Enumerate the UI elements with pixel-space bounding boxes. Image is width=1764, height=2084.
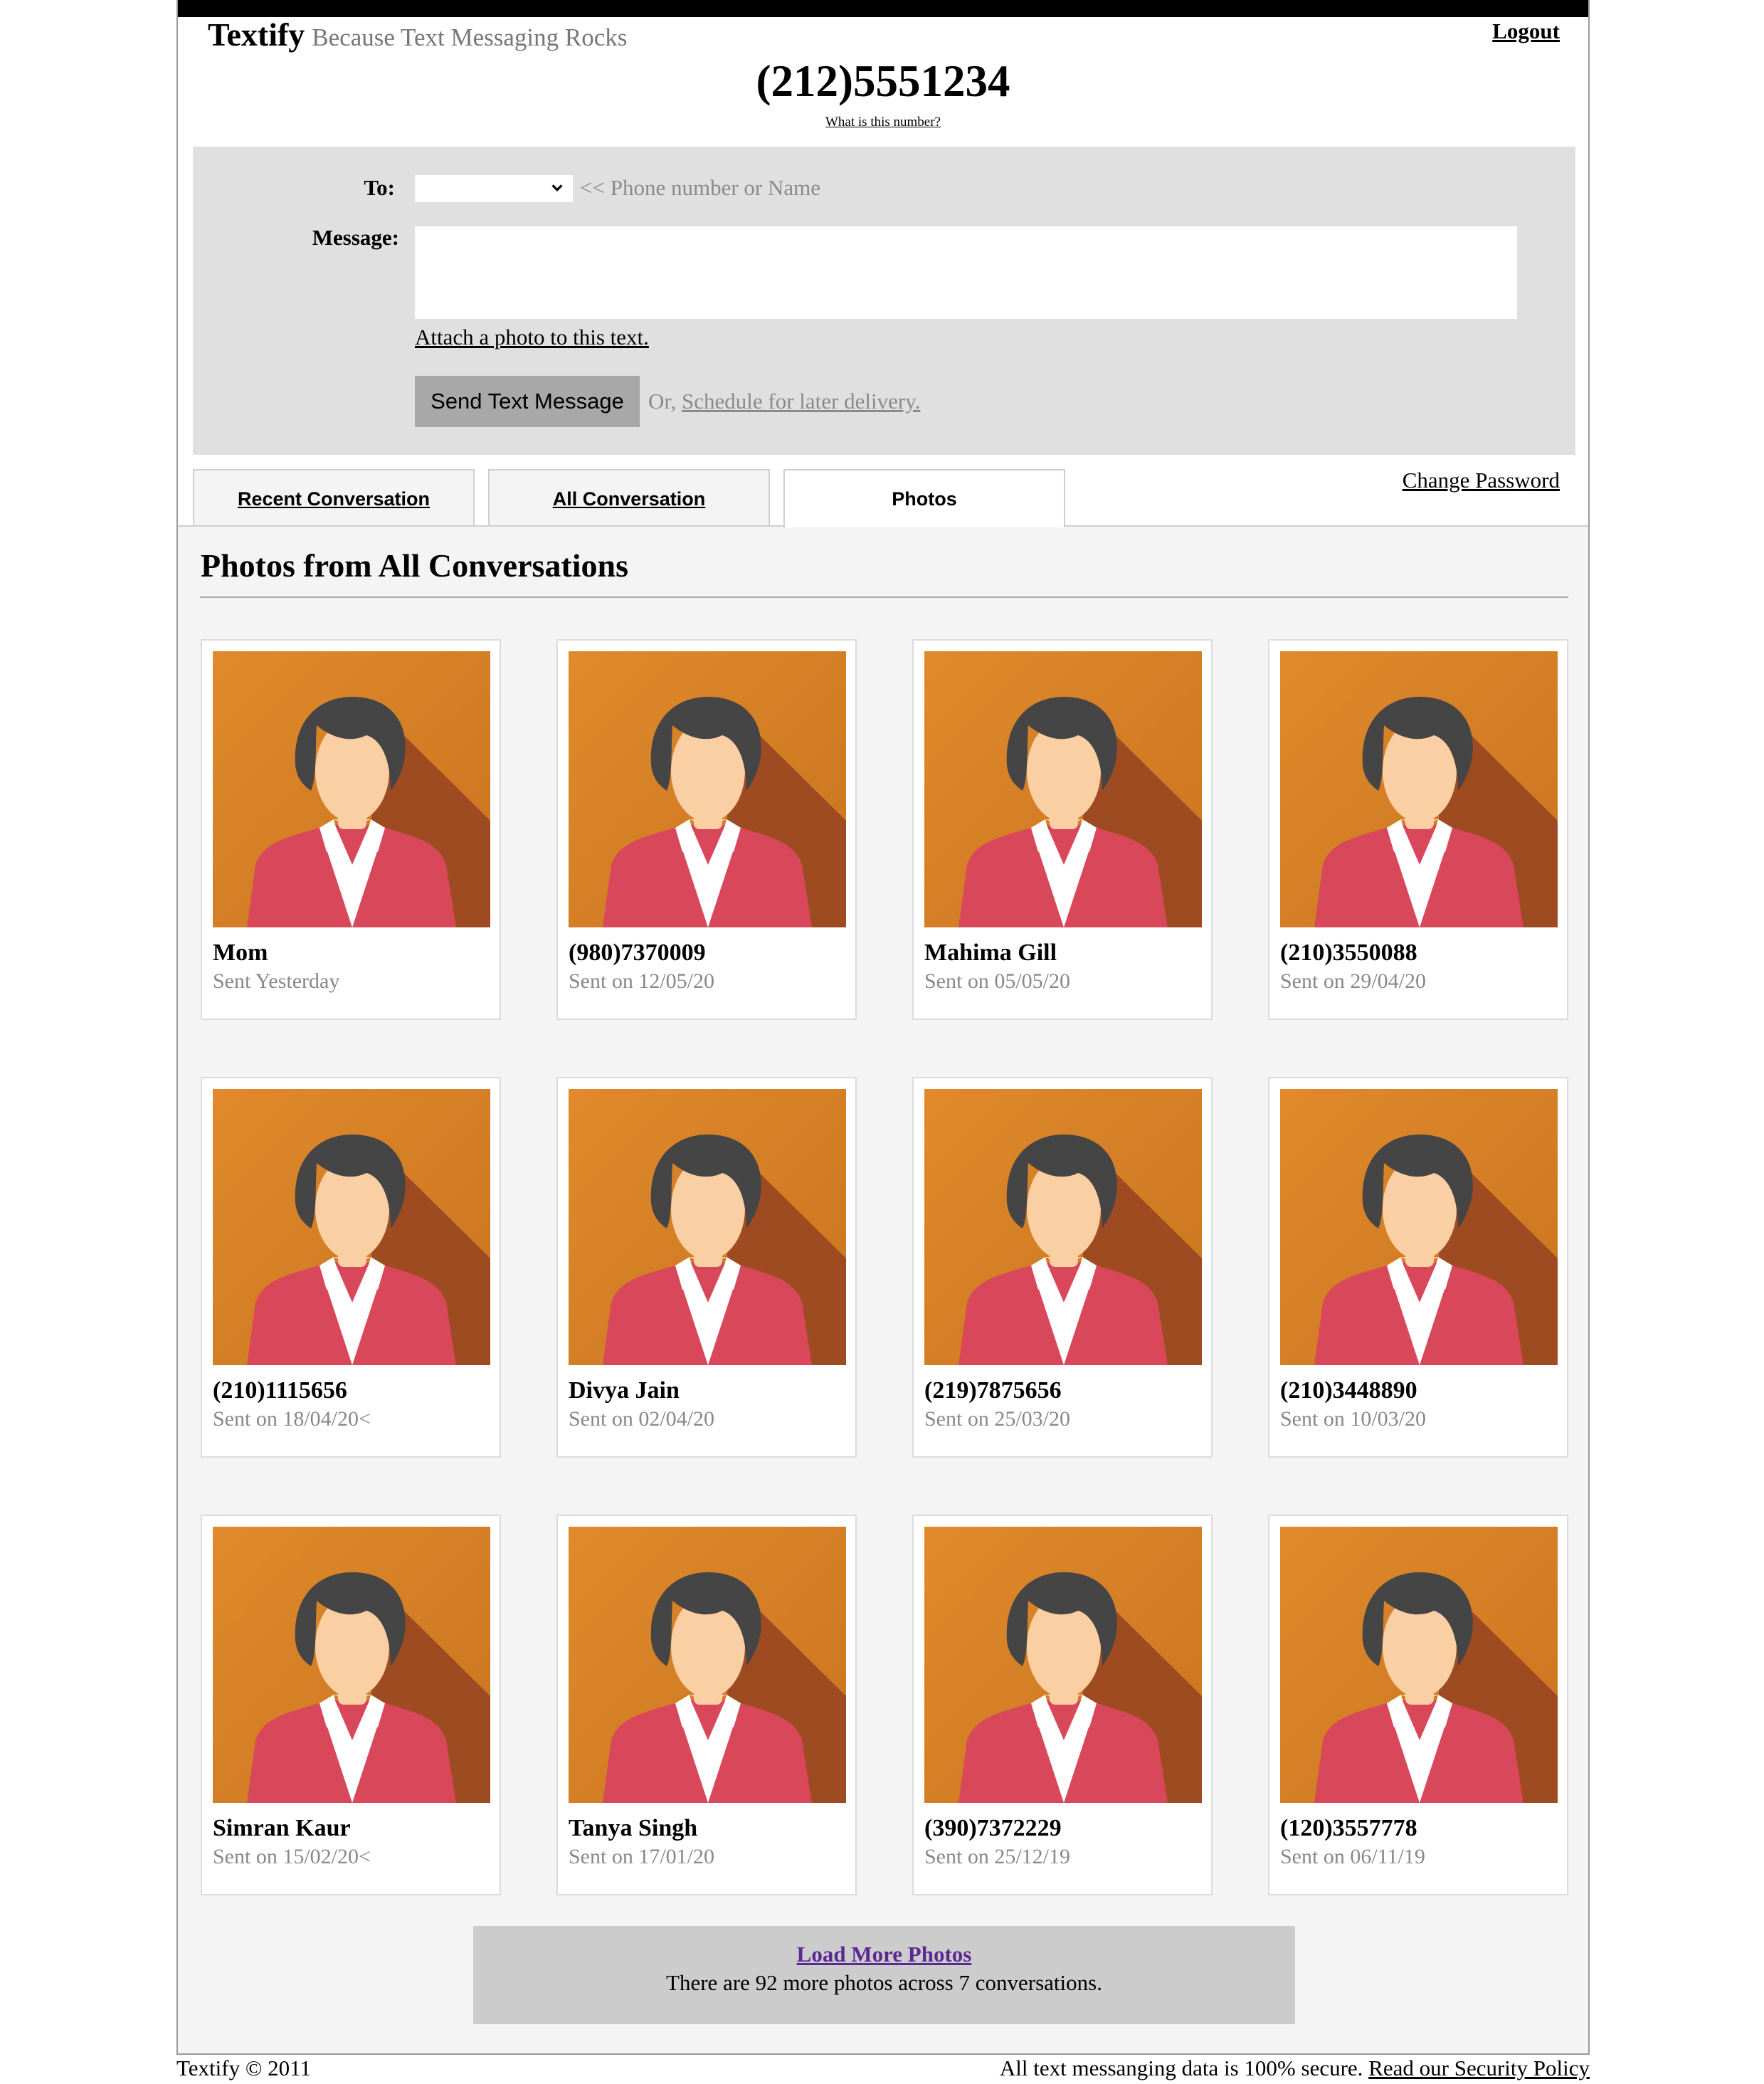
chevron-down-icon xyxy=(551,184,563,192)
message-input[interactable] xyxy=(415,226,1517,319)
photo-card[interactable]: (210)3448890 Sent on 10/03/20 xyxy=(1268,1077,1568,1458)
schedule-prefix: Or, xyxy=(648,389,682,414)
photo-sent-date: Sent on 17/01/20 xyxy=(569,1845,715,1868)
female-avatar-icon xyxy=(569,1527,846,1803)
photo-card[interactable]: Tanya Singh Sent on 17/01/20 xyxy=(556,1515,857,1895)
photo-sent-date: Sent on 06/11/19 xyxy=(1280,1845,1425,1868)
photo-sent-date: Sent on 10/03/20 xyxy=(1280,1407,1427,1431)
phone-number: (212)5551234 xyxy=(756,56,1010,106)
to-label: To: xyxy=(364,175,395,200)
photo-sender: (980)7370009 xyxy=(569,940,706,966)
brand-name: Textify xyxy=(208,16,305,53)
photo-sent-date: Sent on 25/12/19 xyxy=(924,1845,1071,1868)
female-avatar-icon xyxy=(1280,1527,1558,1803)
load-more-photos-link[interactable]: Load More Photos xyxy=(797,1942,972,1967)
photo-card[interactable]: (120)3557778 Sent on 06/11/19 xyxy=(1268,1515,1568,1895)
female-avatar-icon xyxy=(1280,651,1558,927)
female-avatar-icon xyxy=(213,1089,490,1365)
load-more-note: There are 92 more photos across 7 conver… xyxy=(666,1970,1102,1995)
female-avatar-icon xyxy=(213,1527,490,1803)
photo-card[interactable]: (390)7372229 Sent on 25/12/19 xyxy=(912,1515,1213,1895)
photo-sender: (210)3448890 xyxy=(1280,1377,1417,1404)
female-avatar-icon xyxy=(924,651,1202,927)
footer-security: All text messanging data is 100% secure.… xyxy=(1000,2056,1590,2081)
photo-sender: (219)7875656 xyxy=(924,1377,1062,1404)
photo-sent-date: Sent Yesterday xyxy=(213,969,340,993)
photo-sent-date: Sent on 12/05/20 xyxy=(569,969,715,993)
schedule-row: Or, Schedule for later delivery. xyxy=(648,389,920,414)
photo-sent-date: Sent on 02/04/20 xyxy=(569,1407,715,1431)
send-text-button[interactable]: Send Text Message xyxy=(415,376,640,427)
message-label: Message: xyxy=(312,225,399,250)
divider xyxy=(200,596,1568,598)
photo-sender: (210)3550088 xyxy=(1280,940,1417,966)
brand: Textify Because Text Messaging Rocks xyxy=(208,16,627,53)
photo-sender: Divya Jain xyxy=(569,1377,680,1404)
logout-link[interactable]: Logout xyxy=(1492,19,1560,44)
recipient-select[interactable] xyxy=(415,175,573,202)
security-note: All text messanging data is 100% secure. xyxy=(999,2056,1369,2080)
photo-sender: (120)3557778 xyxy=(1280,1815,1417,1841)
security-policy-link[interactable]: Read our Security Policy xyxy=(1368,2056,1590,2080)
photo-card[interactable]: (210)1115656 Sent on 18/04/20< xyxy=(201,1077,501,1458)
attach-photo-link[interactable]: Attach a photo to this text. xyxy=(415,325,649,350)
photo-sent-date: Sent on 18/04/20< xyxy=(213,1407,371,1431)
photo-sender: Simran Kaur xyxy=(213,1815,351,1841)
female-avatar-icon xyxy=(924,1089,1202,1365)
tab-photos[interactable]: Photos xyxy=(783,469,1065,527)
recipient-hint: << Phone number or Name xyxy=(580,175,821,200)
app-window: Textify Because Text Messaging Rocks Log… xyxy=(176,0,1590,2055)
compose-panel: To: << Phone number or Name Message: Att… xyxy=(193,147,1575,455)
load-more-panel: Load More Photos There are 92 more photo… xyxy=(473,1926,1295,2024)
tab-recent-conversation[interactable]: Recent Conversation xyxy=(193,469,475,526)
female-avatar-icon xyxy=(213,651,490,927)
photo-card[interactable]: Mahima Gill Sent on 05/05/20 xyxy=(912,639,1213,1020)
photo-sent-date: Sent on 29/04/20 xyxy=(1280,969,1427,993)
photo-sent-date: Sent on 05/05/20 xyxy=(924,969,1071,993)
footer-copyright: Textify © 2011 xyxy=(176,2056,311,2080)
tab-label: Recent Conversation xyxy=(237,488,431,510)
photo-sender: (210)1115656 xyxy=(213,1377,347,1404)
photo-card[interactable]: (219)7875656 Sent on 25/03/20 xyxy=(912,1077,1213,1458)
photo-sender: (390)7372229 xyxy=(924,1815,1062,1841)
what-is-number-link[interactable]: What is this number? xyxy=(178,115,1588,130)
tab-all-conversation[interactable]: All Conversation xyxy=(488,469,770,526)
photos-panel: Photos from All Conversations Mom Sent Y… xyxy=(178,525,1588,2053)
photo-sent-date: Sent on 15/02/20< xyxy=(213,1845,371,1868)
female-avatar-icon xyxy=(569,1089,846,1365)
photo-card[interactable]: (210)3550088 Sent on 29/04/20 xyxy=(1268,639,1568,1020)
photo-card[interactable]: Simran Kaur Sent on 15/02/20< xyxy=(201,1515,501,1895)
top-bar xyxy=(178,0,1588,17)
schedule-link[interactable]: Schedule for later delivery. xyxy=(682,389,920,414)
photo-sender: Tanya Singh xyxy=(569,1815,698,1841)
section-title: Photos from All Conversations xyxy=(201,547,628,584)
female-avatar-icon xyxy=(1280,1089,1558,1365)
photo-card[interactable]: Divya Jain Sent on 02/04/20 xyxy=(556,1077,857,1458)
change-password-link[interactable]: Change Password xyxy=(1403,468,1560,493)
tab-label: Photos xyxy=(892,488,957,510)
photo-card[interactable]: Mom Sent Yesterday xyxy=(201,639,501,1020)
tab-label: All Conversation xyxy=(552,488,706,510)
photo-sent-date: Sent on 25/03/20 xyxy=(924,1407,1071,1431)
photo-sender: Mom xyxy=(213,940,268,966)
female-avatar-icon xyxy=(924,1527,1202,1803)
photo-sender: Mahima Gill xyxy=(924,940,1057,966)
photo-card[interactable]: (980)7370009 Sent on 12/05/20 xyxy=(556,639,857,1020)
female-avatar-icon xyxy=(569,651,846,927)
brand-tagline: Because Text Messaging Rocks xyxy=(312,23,628,51)
